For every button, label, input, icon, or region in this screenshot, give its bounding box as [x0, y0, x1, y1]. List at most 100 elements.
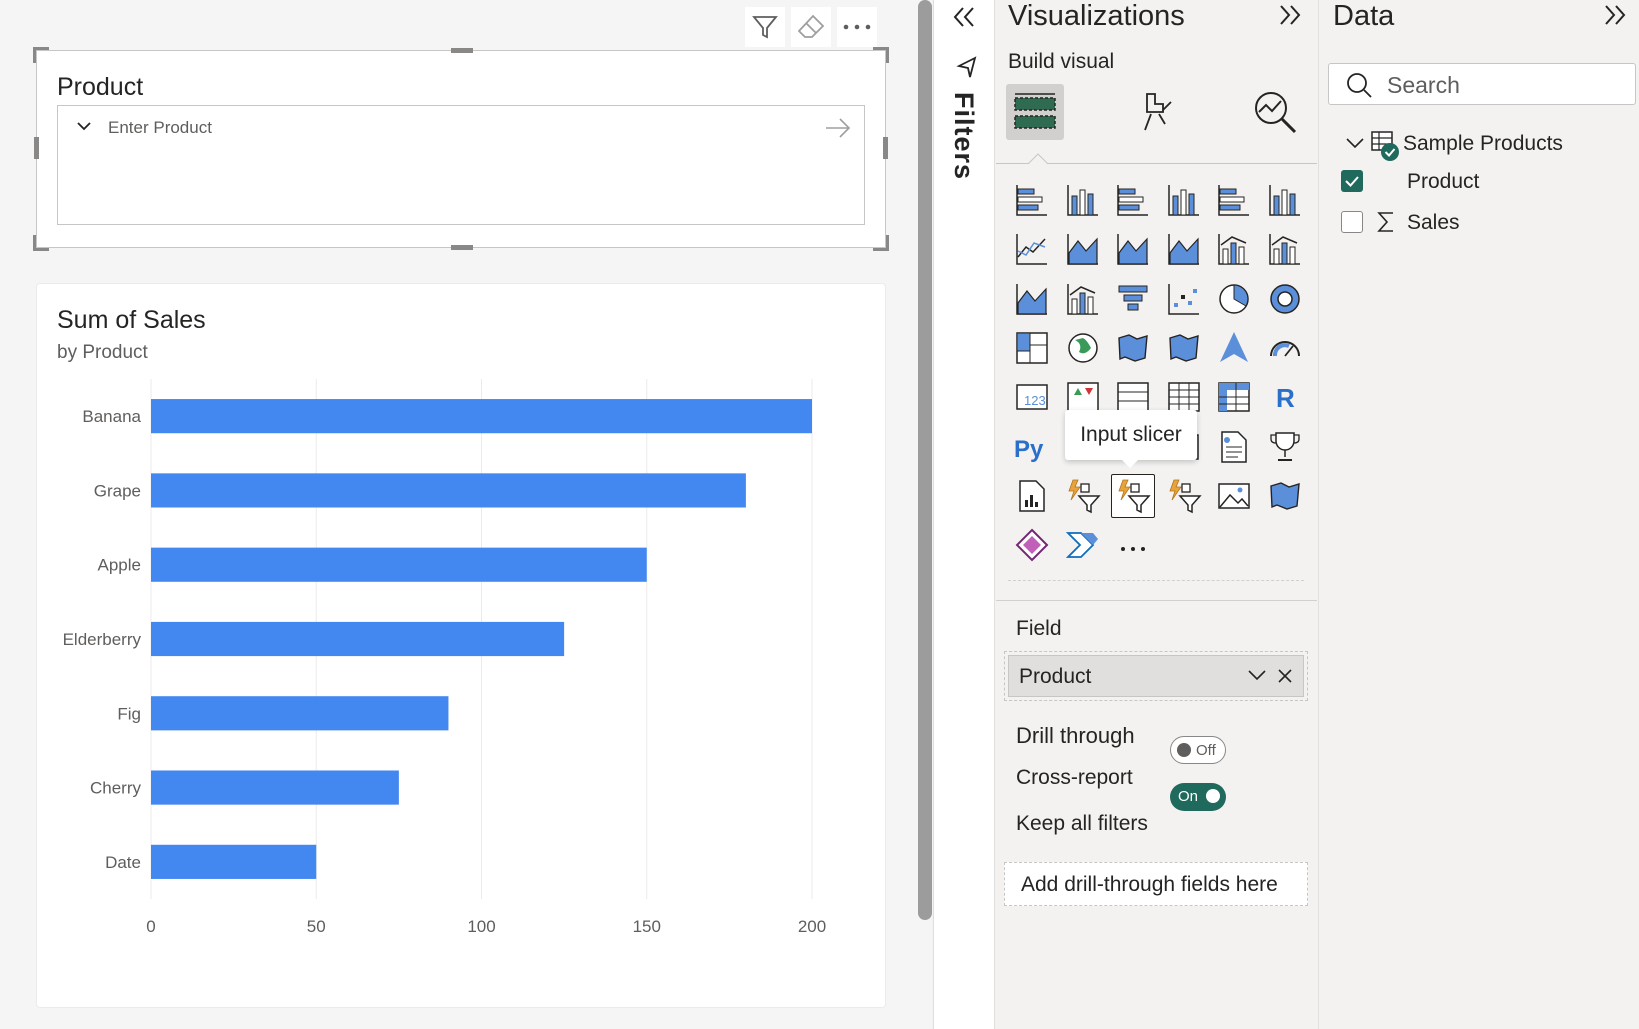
viz-type-shape-map[interactable]: [1162, 326, 1206, 370]
viz-type-ribbon-chart[interactable]: [1010, 277, 1054, 321]
filters-label[interactable]: Filters: [948, 92, 979, 180]
double-chevron-right-icon[interactable]: [1278, 4, 1302, 26]
resize-handle-bottom[interactable]: [451, 245, 473, 250]
viz-type-stacked-area-chart[interactable]: [1111, 227, 1155, 271]
viz-type-donut-chart[interactable]: [1263, 277, 1307, 321]
bar-banana[interactable]: [151, 399, 812, 434]
viz-type-gauge[interactable]: [1263, 326, 1307, 370]
chevron-down-icon[interactable]: [1345, 136, 1365, 150]
stacked-area-chart-icon: [1117, 234, 1148, 266]
chevron-down-icon[interactable]: [76, 120, 92, 132]
resize-handle-top-left[interactable]: [33, 47, 49, 63]
viz-type-slicer[interactable]: [1061, 474, 1105, 518]
canvas-scrollbar[interactable]: [918, 0, 932, 1029]
clustered-column-chart-icon: [1167, 185, 1199, 216]
resize-handle-bottom-left[interactable]: [33, 235, 49, 251]
viz-type-stacked-bar-chart[interactable]: [1010, 178, 1054, 222]
resize-handle-top[interactable]: [451, 48, 473, 53]
donut-chart-icon: [1269, 283, 1300, 314]
viz-type-paginated-report[interactable]: [1010, 474, 1054, 518]
bar-cherry[interactable]: [151, 770, 399, 805]
input-slicer-visual[interactable]: Product Enter Product: [33, 47, 889, 251]
clear-selections-button[interactable]: [791, 7, 831, 47]
viz-type-input-slicer[interactable]: [1111, 473, 1155, 518]
table-name: Sample Products: [1403, 132, 1563, 155]
viz-type-power-automate[interactable]: [1061, 523, 1105, 567]
field-well[interactable]: Product: [1004, 651, 1308, 701]
keep-all-filters-toggle[interactable]: On: [1170, 783, 1226, 811]
viz-type-filled-map[interactable]: [1111, 326, 1155, 370]
image-icon: [1218, 483, 1250, 509]
viz-type-clustered-bar-chart[interactable]: [1111, 178, 1155, 222]
viz-type-area-chart[interactable]: [1061, 227, 1105, 271]
tab-format-visual[interactable]: [1126, 84, 1184, 140]
viz-type-100-stacked-bar-chart[interactable]: [1212, 178, 1256, 222]
viz-type-power-apps[interactable]: [1010, 523, 1054, 567]
viz-type-100-stacked-area-chart[interactable]: [1162, 227, 1206, 271]
viz-type-card[interactable]: 123: [1010, 375, 1054, 419]
tab-analytics[interactable]: [1246, 84, 1304, 140]
double-chevron-right-icon[interactable]: [1603, 4, 1627, 26]
viz-type-r-visual[interactable]: R: [1263, 375, 1307, 419]
field-row-product[interactable]: Product: [1341, 168, 1631, 200]
chevron-down-icon[interactable]: [1247, 668, 1267, 682]
filter-button[interactable]: [745, 7, 785, 47]
arrow-right-icon[interactable]: [824, 116, 852, 140]
bar-chart-visual[interactable]: Sum of Sales by Product 0 50 100 150 200 Bana…: [36, 283, 886, 1008]
viz-type-image[interactable]: [1212, 474, 1256, 518]
bar-grape[interactable]: [151, 473, 746, 508]
x-tick-label: 50: [307, 917, 326, 936]
viz-type-line-and-clustered-column[interactable]: [1263, 227, 1307, 271]
viz-type-azure-map[interactable]: [1212, 326, 1256, 370]
table-node-sample-products[interactable]: Sample Products: [1345, 130, 1635, 166]
viz-type-100-stacked-column-chart[interactable]: [1263, 178, 1307, 222]
checkbox-sales[interactable]: [1341, 211, 1363, 233]
viz-type-line-and-stacked-column[interactable]: [1212, 227, 1256, 271]
100-stacked-bar-chart-icon: [1218, 185, 1249, 216]
field-pill-product[interactable]: Product: [1008, 655, 1304, 697]
data-search-input[interactable]: Search: [1328, 63, 1636, 105]
viz-type-stacked-column-chart[interactable]: [1061, 178, 1105, 222]
checkbox-product[interactable]: [1341, 170, 1363, 192]
filled-map-icon: [1118, 334, 1148, 362]
viz-type-waterfall-chart[interactable]: [1061, 277, 1105, 321]
viz-type-python-visual[interactable]: Py: [1010, 425, 1054, 469]
viz-type-funnel-chart[interactable]: [1111, 277, 1155, 321]
slicer-text-input[interactable]: Enter Product: [57, 105, 865, 225]
bar-elderberry[interactable]: [151, 621, 565, 657]
y-tick-label: Fig: [117, 704, 141, 723]
resize-handle-bottom-right[interactable]: [873, 235, 889, 251]
toggle-knob: [1177, 743, 1191, 757]
tab-build-visual[interactable]: [1006, 84, 1064, 140]
bar-fig[interactable]: [151, 696, 449, 731]
viz-type-clustered-column-chart[interactable]: [1162, 178, 1206, 222]
close-icon[interactable]: [1277, 668, 1293, 684]
bar-apple[interactable]: [151, 547, 647, 582]
viz-type-matrix[interactable]: [1212, 375, 1256, 419]
scrollbar-thumb[interactable]: [918, 0, 932, 920]
y-tick-label: Apple: [98, 556, 141, 575]
viz-type-treemap[interactable]: [1010, 326, 1054, 370]
viz-type-map[interactable]: [1061, 326, 1105, 370]
viz-type-line-chart[interactable]: [1010, 227, 1054, 271]
viz-type-smart-narrative[interactable]: [1212, 425, 1256, 469]
drill-through-field-well[interactable]: Add drill-through fields here: [1004, 862, 1308, 906]
resize-handle-left[interactable]: [34, 137, 39, 159]
viz-type-metrics[interactable]: [1263, 425, 1307, 469]
field-row-sales[interactable]: Sales: [1341, 209, 1631, 241]
filters-pane-collapsed[interactable]: Filters: [933, 0, 995, 1029]
double-chevron-left-icon[interactable]: [952, 6, 976, 28]
bar-date[interactable]: [151, 844, 317, 879]
more-options-button[interactable]: [837, 7, 877, 47]
resize-handle-right[interactable]: [883, 137, 888, 159]
cross-report-toggle[interactable]: Off: [1170, 736, 1226, 764]
viz-type-button-slicer[interactable]: [1162, 474, 1206, 518]
viz-type-more-visuals[interactable]: [1111, 523, 1155, 567]
viz-type-arcgis-map[interactable]: [1263, 474, 1307, 518]
viz-type-scatter-chart[interactable]: [1162, 277, 1206, 321]
map-icon: [1067, 333, 1098, 363]
stacked-column-chart-icon: [1066, 185, 1098, 216]
viz-type-pie-chart[interactable]: [1212, 277, 1256, 321]
button-slicer-icon: [1168, 479, 1202, 514]
resize-handle-top-right[interactable]: [873, 47, 889, 63]
